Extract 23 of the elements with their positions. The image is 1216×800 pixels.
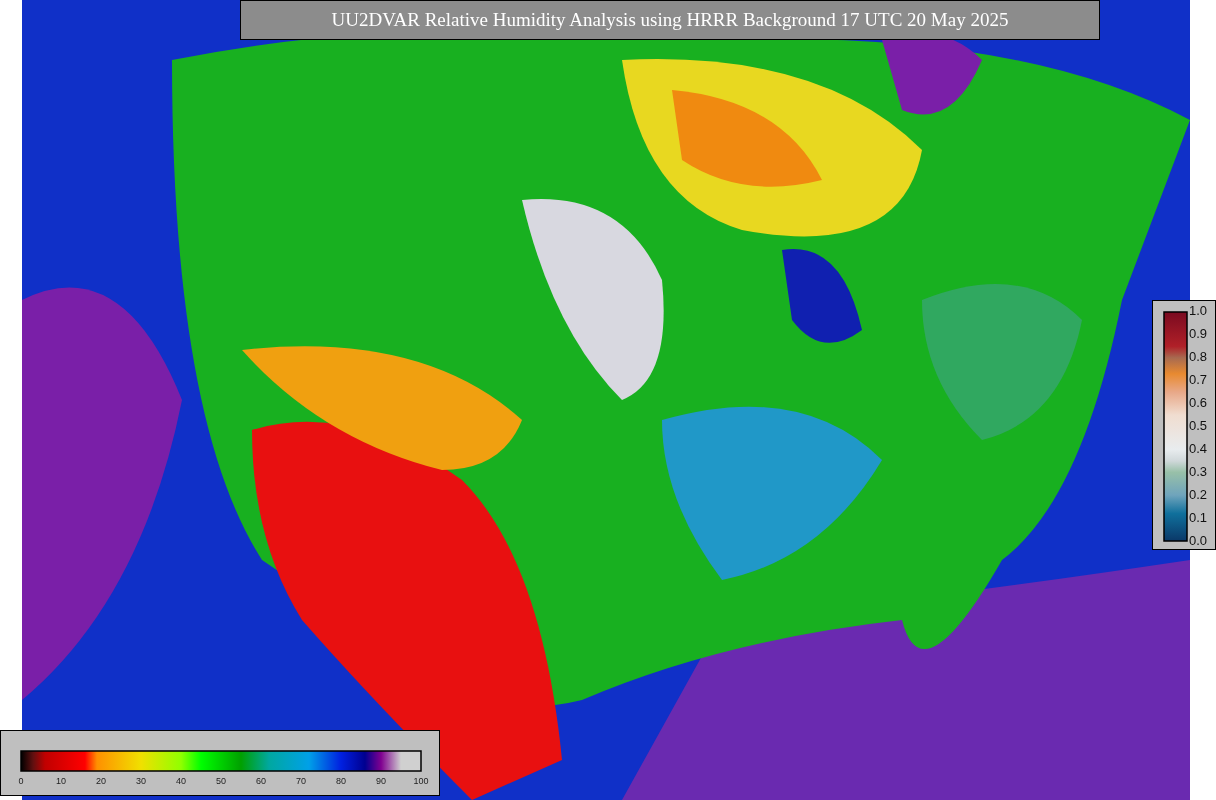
tick-label: 0.6 [1189,396,1208,410]
tick-label: 0.0 [1189,534,1208,548]
tick-label: 0.7 [1189,373,1208,387]
tick-label: 20 [95,775,107,788]
tick-label: 1.0 [1189,304,1208,318]
tick-label: 0 [17,775,25,788]
tick-label: 50 [215,775,227,788]
tick-label: 30 [135,775,147,788]
tick-label: 90 [375,775,387,788]
title-banner: UU2DVAR Relative Humidity Analysis using HRRR Background 17 UTC 20 May 2025 [240,0,1100,40]
tick-label: 40 [175,775,187,788]
tick-label: 0.8 [1189,350,1208,364]
tick-label: 0.1 [1189,511,1208,525]
tick-label: 80 [335,775,347,788]
tick-label: 0.9 [1189,327,1208,341]
tick-label: 10 [55,775,67,788]
tick-label: 0.4 [1189,442,1208,456]
tick-label: 100 [412,775,430,788]
tick-label: 70 [295,775,307,788]
tick-label: 0.3 [1189,465,1208,479]
tick-label: 0.5 [1189,419,1208,433]
tick-label: 60 [255,775,267,788]
tick-label: 0.2 [1189,488,1208,502]
